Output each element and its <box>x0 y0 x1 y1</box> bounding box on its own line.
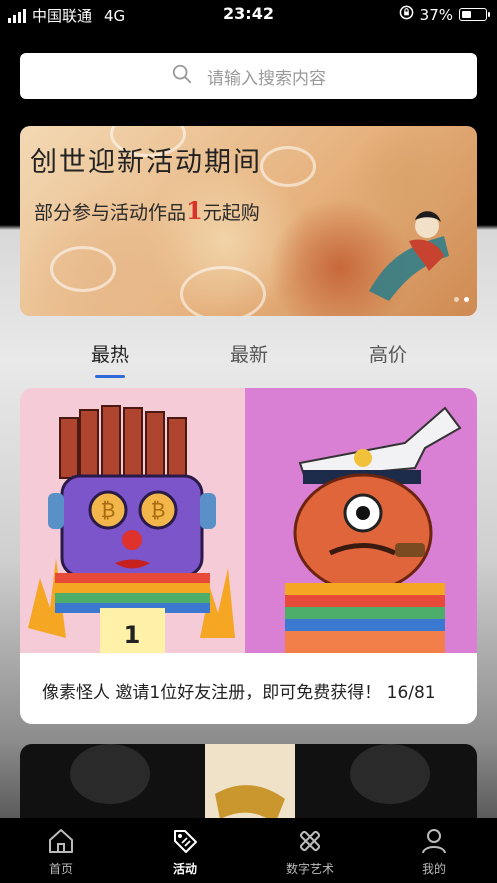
battery-percent: 37% <box>419 5 453 24</box>
user-icon <box>422 829 446 854</box>
home-icon <box>49 829 73 853</box>
svg-text:₿: ₿ <box>151 498 166 522</box>
art-tools-icon <box>299 830 321 852</box>
tab-highest-price[interactable]: 高价 <box>348 340 428 367</box>
tab-newest[interactable]: 最新 <box>209 340 289 367</box>
artwork-image-left: ₿ ₿ 1 <box>20 388 245 653</box>
search-placeholder: 请输入搜索内容 <box>207 68 326 89</box>
search-icon <box>171 63 193 90</box>
tabbar-home[interactable]: 首页 <box>16 826 106 877</box>
banner-pagination <box>454 297 469 302</box>
status-bar: 中国联通 4G 23:42 37% <box>0 0 497 30</box>
banner-title: 创世迎新活动期间 <box>30 147 262 178</box>
artwork-image-right <box>245 388 477 653</box>
battery-icon <box>459 8 490 21</box>
active-tab-indicator <box>95 375 125 378</box>
tabbar-digital-art[interactable]: 数字艺术 <box>265 826 355 877</box>
orientation-lock-icon <box>399 5 414 24</box>
artwork-caption: 像素怪人 邀请1位好友注册，即可免费获得！ 16/81 <box>42 683 436 703</box>
tab-hottest[interactable]: 最热 <box>70 340 150 378</box>
tag-icon <box>174 830 197 853</box>
tabbar-activity[interactable]: 活动 <box>140 826 230 877</box>
tabbar-profile[interactable]: 我的 <box>389 826 479 877</box>
dancer-illustration <box>369 211 449 301</box>
artwork-card[interactable]: ₿ ₿ 1 像素怪人 邀请1位好友注册，即可免费获得！ 16/81 <box>20 388 477 724</box>
svg-text:₿: ₿ <box>101 498 116 522</box>
banner-subtitle: 部分参与活动作品1元起购 <box>34 196 260 225</box>
bottom-tab-bar: 首页 活动 数字艺术 我的 <box>0 818 497 883</box>
search-bar[interactable]: 请输入搜索内容 <box>20 53 477 99</box>
banner-price-highlight: 1 <box>186 196 203 225</box>
promo-banner[interactable]: 创世迎新活动期间 部分参与活动作品1元起购 <box>20 126 477 316</box>
svg-text:1: 1 <box>124 621 141 649</box>
sort-tabs: 最热 最新 高价 <box>0 340 497 380</box>
